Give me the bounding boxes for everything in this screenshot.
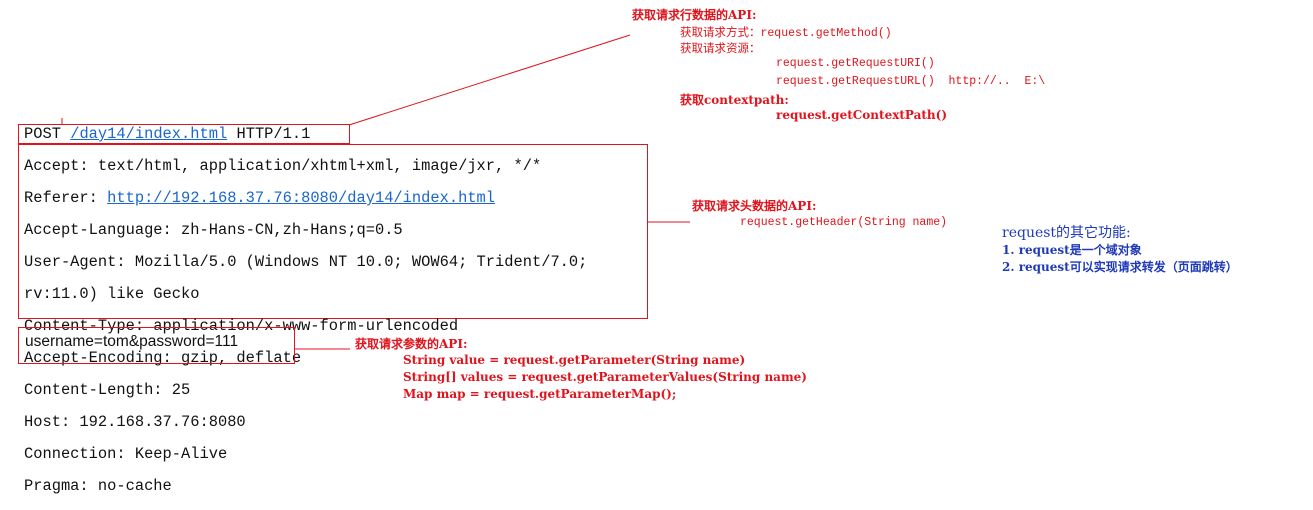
header-host: Host: 192.168.37.76:8080	[24, 413, 246, 431]
other-feature-1: 1. request是一个域对象	[1002, 243, 1142, 257]
request-line: POST /day14/index.html HTTP/1.1	[24, 126, 310, 142]
header-accept-language: Accept-Language: zh-Hans-CN,zh-Hans;q=0.…	[24, 221, 403, 239]
line-api-contextpath-call: request.getContextPath()	[776, 108, 948, 122]
header-user-agent: User-Agent: Mozilla/5.0 (Windows NT 10.0…	[24, 253, 588, 271]
param-api-line2: String[] values = request.getParameterVa…	[403, 370, 807, 384]
referer-link[interactable]: http://192.168.37.76:8080/day14/index.ht…	[107, 189, 495, 207]
line-api-uri: request.getRequestURI()	[776, 57, 935, 70]
header-connection: Connection: Keep-Alive	[24, 445, 228, 463]
request-body: username=tom&password=111	[25, 333, 239, 350]
header-pragma: Pragma: no-cache	[24, 477, 172, 495]
param-api-title: 获取请求参数的API:	[355, 337, 468, 351]
param-api-line3: Map map = request.getParameterMap();	[403, 387, 677, 401]
line-api-resource: 获取请求资源：	[680, 43, 761, 56]
request-method: POST	[24, 125, 61, 143]
header-user-agent-cont: rv:11.0) like Gecko	[24, 285, 200, 303]
request-protocol: HTTP/1.1	[236, 125, 311, 143]
header-referer-key: Referer:	[24, 189, 108, 207]
header-api-call: request.getHeader(String name)	[740, 216, 948, 229]
line-api-title: 获取请求行数据的API:	[632, 8, 757, 22]
other-features-title: request的其它功能:	[1002, 225, 1131, 241]
header-accept: Accept: text/html, application/xhtml+xml…	[24, 157, 542, 175]
other-feature-2: 2. request可以实现请求转发（页面跳转）	[1002, 260, 1238, 274]
line-api-contextpath-label: 获取contextpath:	[680, 93, 789, 107]
param-api-line1: String value = request.getParameter(Stri…	[403, 353, 746, 367]
header-api-title: 获取请求头数据的API:	[692, 199, 817, 213]
headers-block: Accept: text/html, application/xhtml+xml…	[24, 142, 587, 510]
header-referer: Referer: http://192.168.37.76:8080/day14…	[24, 190, 587, 206]
request-line-connector	[348, 34, 631, 126]
line-api-method: 获取请求方式：request.getMethod()	[680, 27, 892, 40]
request-path-link[interactable]: /day14/index.html	[70, 125, 227, 143]
line-api-url: request.getRequestURL() http://.. E:\	[776, 75, 1046, 88]
